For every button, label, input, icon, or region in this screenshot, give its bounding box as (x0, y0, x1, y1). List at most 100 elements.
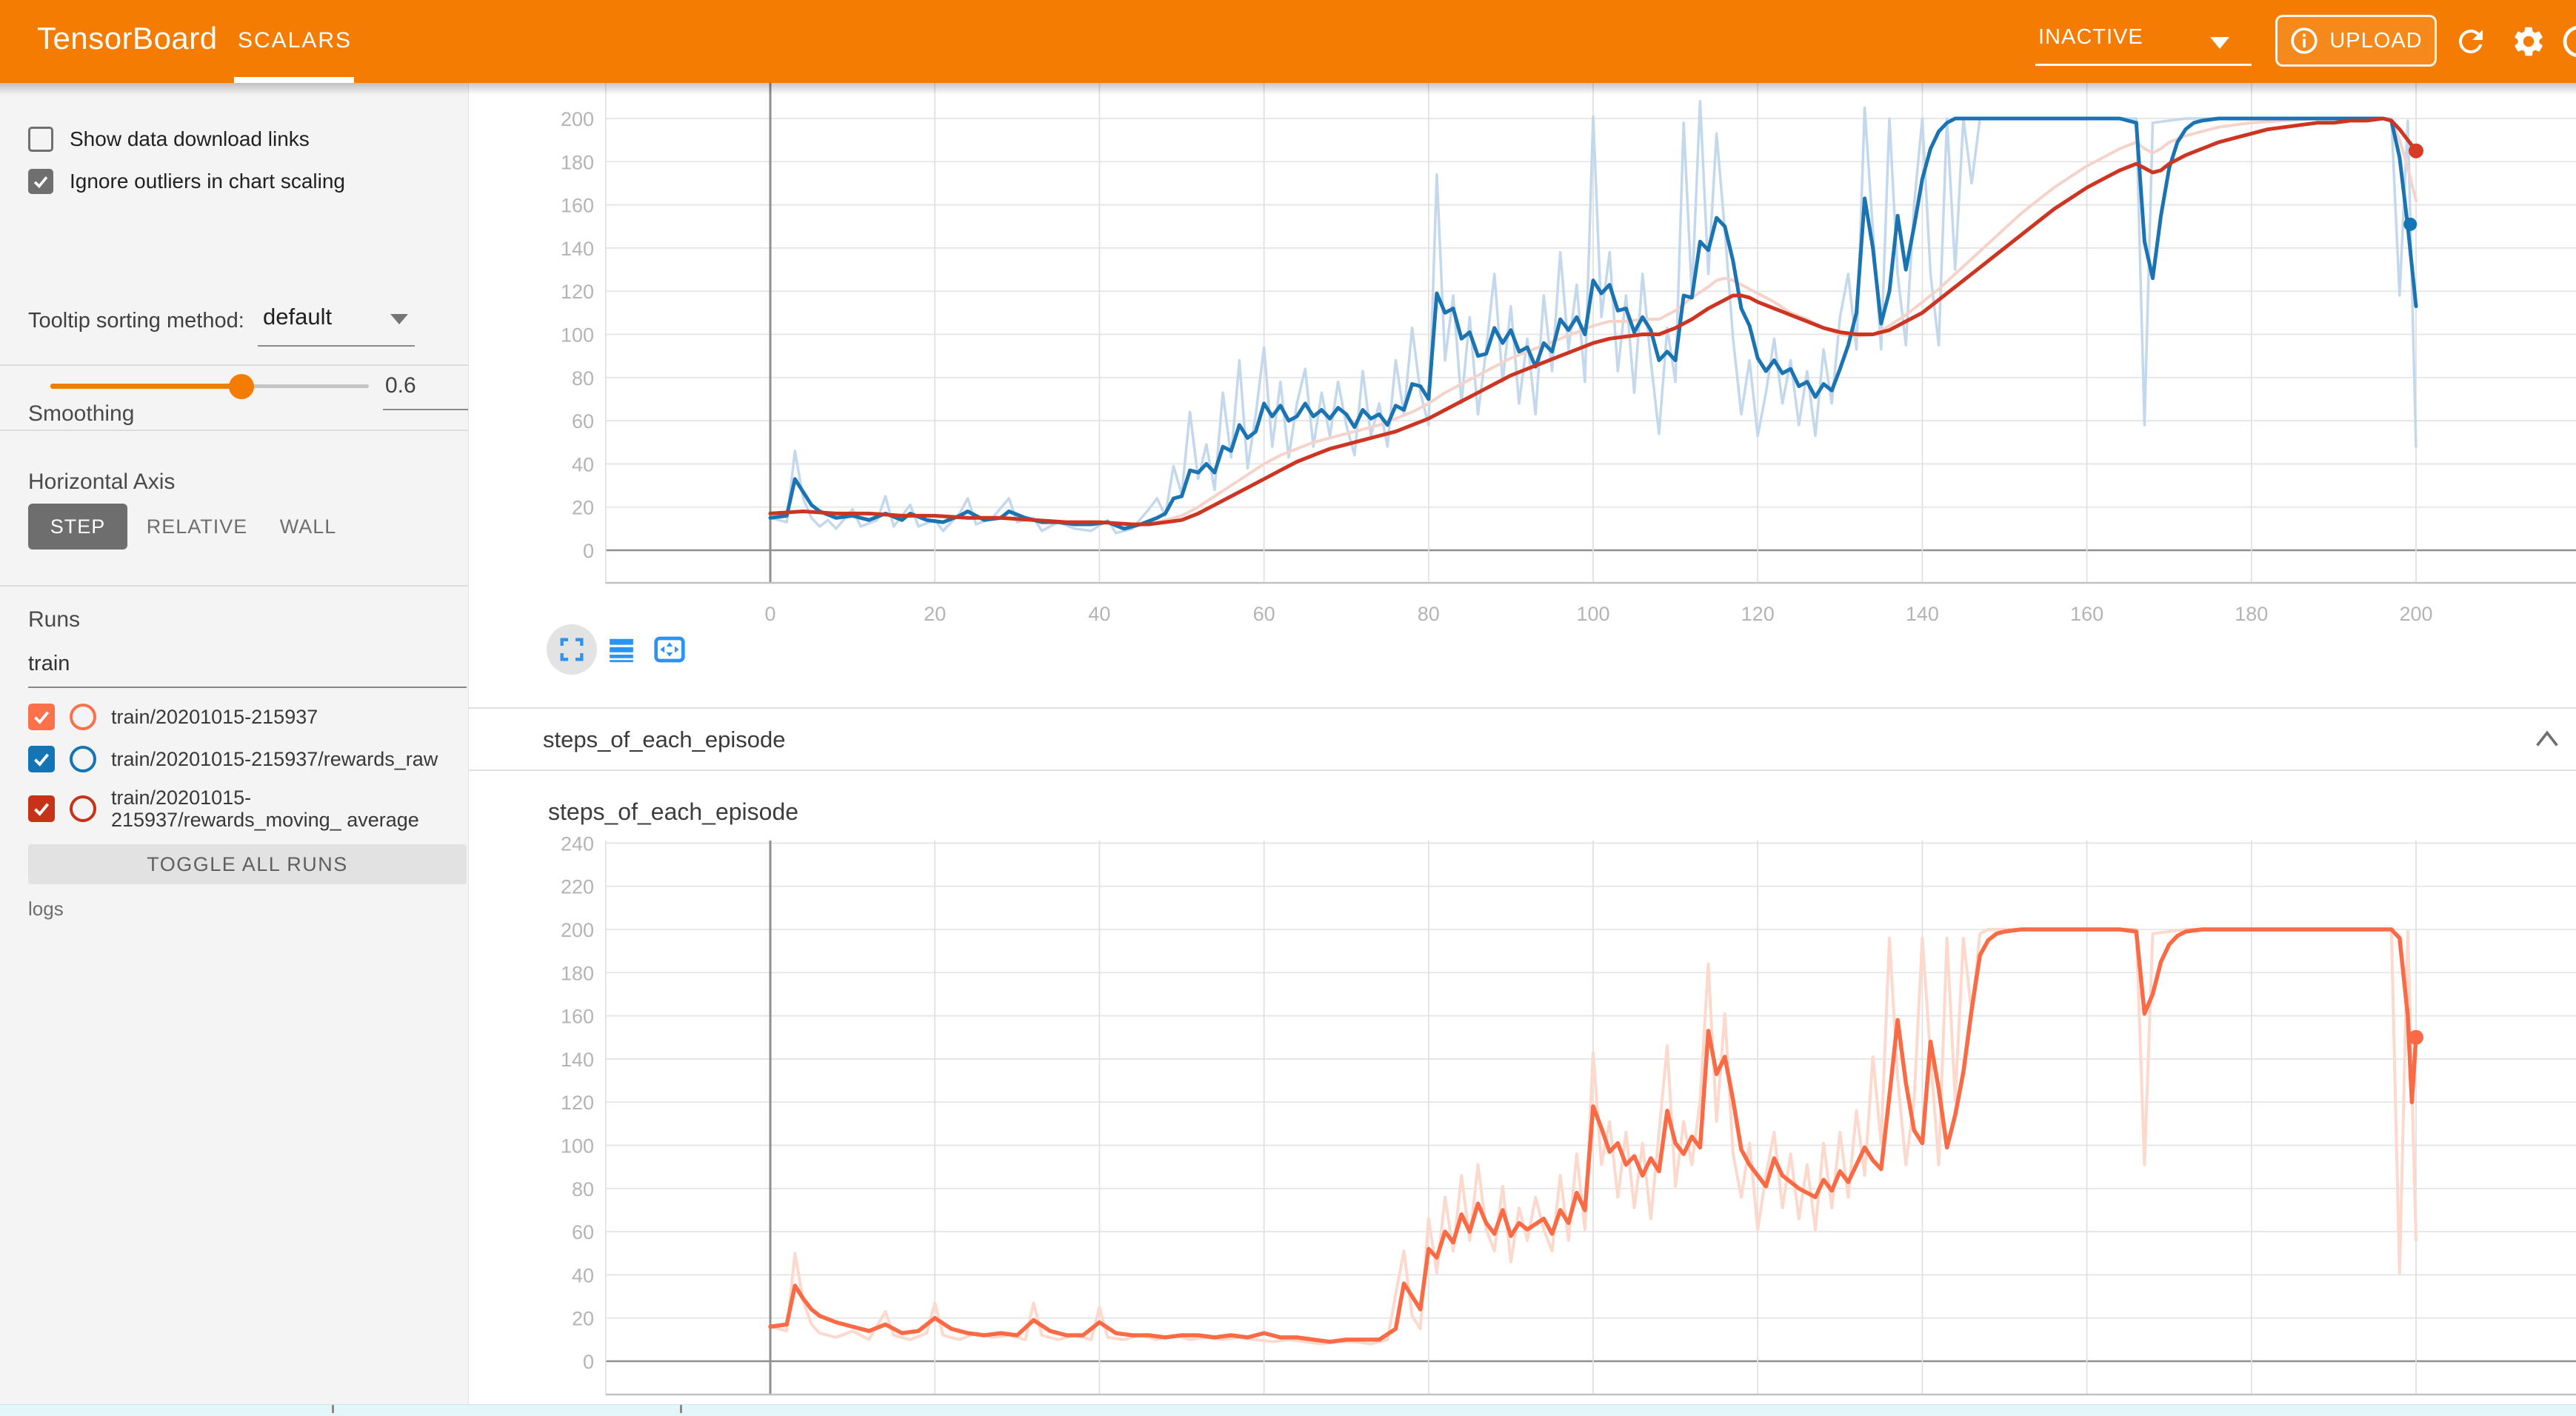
smoothing-value[interactable]: 0.6 (385, 373, 416, 398)
smoothing-label: Smoothing (28, 401, 134, 427)
checkbox-show-download-links[interactable]: Show data download links (28, 125, 310, 153)
app-logo: TensorBoard (37, 21, 218, 56)
svg-text:180: 180 (561, 962, 594, 984)
divider (0, 585, 468, 587)
experiment-status-dropdown[interactable]: INACTIVE (2035, 22, 2252, 65)
checkbox-icon (28, 127, 53, 152)
svg-text:100: 100 (561, 324, 594, 347)
strip-tick (332, 1405, 334, 1413)
run-item[interactable]: train/20201015-215937/rewards_raw (28, 746, 438, 772)
smoothing-slider[interactable] (50, 375, 369, 405)
rewards-chart[interactable]: 0204060801001201401601802000204060801001… (468, 83, 2576, 707)
collapse-icon[interactable] (2535, 728, 2560, 750)
svg-text:20: 20 (924, 603, 946, 625)
horizontal-axis-label: Horizontal Axis (28, 470, 175, 495)
smoothing-value-underline (383, 409, 468, 410)
header-shadow (0, 83, 2576, 95)
svg-text:0: 0 (583, 540, 594, 562)
svg-text:160: 160 (561, 1006, 594, 1028)
run-item[interactable]: train/20201015-215937 (28, 704, 318, 730)
slider-thumb[interactable] (229, 374, 254, 399)
svg-text:40: 40 (1088, 603, 1110, 625)
dropdown-value: default (263, 304, 332, 330)
steps-chart[interactable]: 020406080100120140160180200220240 (468, 770, 2576, 1416)
svg-text:40: 40 (572, 1264, 594, 1286)
tooltip-sorting-label: Tooltip sorting method: (28, 309, 244, 333)
svg-text:120: 120 (561, 281, 594, 303)
svg-text:60: 60 (572, 410, 594, 433)
run-name: train/20201015-215937 (111, 706, 318, 728)
run-checkbox[interactable] (28, 704, 55, 730)
upload-label: UPLOAD (2329, 29, 2422, 53)
runs-filter-underline (28, 687, 467, 688)
svg-text:180: 180 (2235, 603, 2268, 625)
svg-text:80: 80 (1418, 603, 1440, 625)
info-icon (2289, 26, 2319, 56)
fit-domain-icon[interactable] (653, 635, 686, 664)
chevron-down-icon (2210, 37, 2229, 49)
expand-chart-icon[interactable] (557, 635, 587, 664)
runs-label: Runs (28, 607, 80, 632)
svg-text:0: 0 (583, 1351, 594, 1373)
run-checkbox[interactable] (28, 795, 55, 822)
svg-text:140: 140 (561, 238, 594, 260)
run-color-swatch (70, 704, 96, 730)
svg-text:160: 160 (2070, 603, 2103, 625)
svg-text:200: 200 (561, 919, 594, 941)
slider-fill (50, 384, 241, 389)
dropdown-underline (258, 345, 415, 347)
upload-button[interactable]: UPLOAD (2275, 15, 2437, 67)
section-steps-of-each-episode[interactable]: steps_of_each_episode (468, 707, 2576, 771)
runs-filter-input[interactable]: train (28, 652, 70, 676)
svg-text:60: 60 (1253, 603, 1275, 625)
run-item[interactable]: train/20201015-215937/rewards_moving_ av… (28, 787, 452, 831)
sidebar: Show data download links Ignore outliers… (0, 83, 469, 1404)
svg-text:20: 20 (572, 497, 594, 519)
section-title: steps_of_each_episode (543, 727, 785, 753)
svg-text:200: 200 (2399, 603, 2432, 625)
divider (0, 364, 468, 366)
svg-text:100: 100 (561, 1135, 594, 1158)
toggle-log-scale-icon[interactable] (607, 635, 635, 664)
svg-text:60: 60 (572, 1221, 594, 1243)
svg-text:80: 80 (572, 1178, 594, 1200)
divider (0, 430, 468, 431)
settings-icon[interactable] (2511, 24, 2546, 59)
toggle-all-runs-button[interactable]: TOGGLE ALL RUNS (28, 844, 467, 884)
slider-track[interactable] (50, 384, 369, 388)
run-color-swatch (70, 746, 96, 772)
svg-text:140: 140 (561, 1049, 594, 1071)
dropdown-underline (2035, 64, 2252, 66)
tooltip-sorting-dropdown[interactable]: default (263, 304, 332, 330)
run-checkbox[interactable] (28, 746, 55, 772)
svg-text:200: 200 (561, 108, 594, 130)
svg-text:120: 120 (561, 1092, 594, 1114)
chart-card-title: steps_of_each_episode (548, 798, 798, 826)
checkbox-ignore-outliers[interactable]: Ignore outliers in chart scaling (28, 167, 345, 196)
axis-button-wall[interactable]: WALL (271, 504, 345, 550)
axis-button-step[interactable]: STEP (28, 504, 127, 550)
status-value: INACTIVE (2038, 25, 2143, 50)
run-color-swatch (70, 795, 96, 822)
svg-text:0: 0 (764, 603, 775, 625)
svg-text:20: 20 (572, 1308, 594, 1330)
run-name: train/20201015-215937/rewards_raw (111, 748, 438, 770)
checkbox-label: Show data download links (70, 127, 310, 151)
help-icon[interactable] (2561, 24, 2576, 59)
bottom-strip (0, 1404, 2576, 1416)
strip-tick (680, 1405, 682, 1413)
svg-text:160: 160 (561, 195, 594, 217)
run-name: train/20201015-215937/rewards_moving_ av… (111, 787, 452, 831)
axis-button-relative[interactable]: RELATIVE (147, 504, 247, 550)
svg-text:120: 120 (1741, 603, 1775, 625)
svg-text:180: 180 (561, 151, 594, 173)
runs-footer-logs: logs (28, 898, 64, 921)
tab-active-underline (234, 77, 354, 83)
svg-text:100: 100 (1576, 603, 1609, 625)
checkbox-checked-icon (28, 169, 53, 194)
svg-text:140: 140 (1906, 603, 1939, 625)
svg-text:220: 220 (561, 876, 594, 898)
svg-text:40: 40 (572, 453, 594, 475)
refresh-icon[interactable] (2453, 24, 2489, 59)
tab-scalars[interactable]: SCALARS (236, 28, 354, 53)
